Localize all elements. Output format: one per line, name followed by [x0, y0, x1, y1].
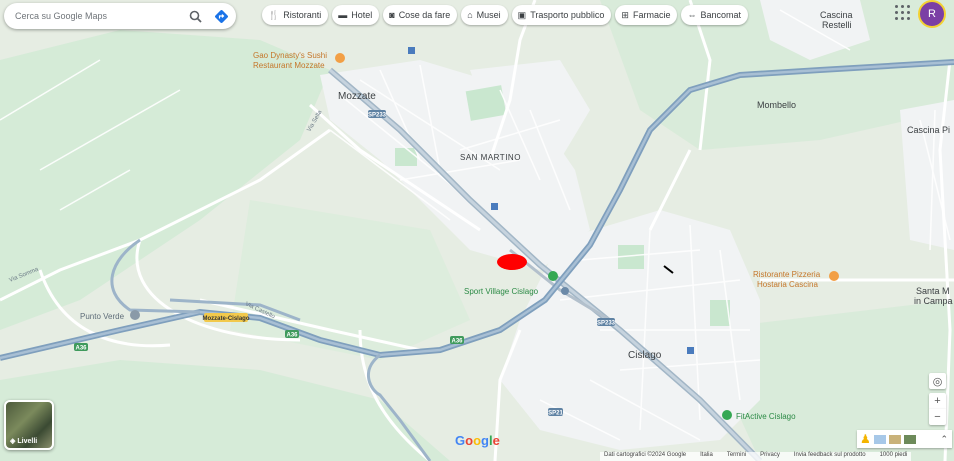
directions-icon[interactable]	[210, 5, 232, 27]
bed-icon: ▬	[338, 10, 348, 20]
imagery-thumb-icon[interactable]	[873, 434, 886, 444]
footer-scale[interactable]: 1000 piedi	[880, 452, 908, 461]
chip-ristoranti[interactable]: 🍴 Ristoranti	[262, 5, 329, 25]
place-cascina-pi: Cascina Pi	[907, 125, 950, 135]
map-canvas[interactable]: SP233 SP233 SP21 A36 A36 A36 Mozzate-Cis…	[0, 0, 954, 461]
pharmacy-icon: ⊞	[621, 9, 629, 20]
search-icon[interactable]	[184, 5, 206, 27]
place-punto-verde: Punto Verde	[80, 312, 125, 321]
imagery-thumb-icon[interactable]	[903, 434, 916, 444]
map-footer: Dati cartografici ©2024 Google Italia Te…	[600, 452, 912, 461]
poi-sushi-name-2: Restaurant Mozzate	[253, 61, 325, 70]
road-shield-sp233b: SP233	[597, 321, 616, 327]
footer-country[interactable]: Italia	[700, 452, 713, 461]
category-chips: 🍴 Ristoranti ▬ Hotel ◙ Cose da fare ⌂ Musei …	[262, 5, 748, 25]
layers-icon: ◈	[10, 438, 16, 445]
road-shield-sp233: SP233	[368, 113, 387, 119]
place-santa-maria: Santa M	[916, 286, 950, 296]
chip-cose-da-fare[interactable]: ◙ Cose da fare	[383, 5, 458, 25]
camera-icon: ◙	[389, 10, 395, 20]
place-in-campa: in Campa	[914, 296, 953, 306]
place-mozzate: Mozzate	[338, 91, 376, 102]
train-icon: ▣	[517, 9, 527, 20]
place-san-martino: SAN MARTINO	[460, 153, 521, 162]
road-shield-a36-2: A36	[286, 333, 298, 339]
place-mombello: Mombello	[757, 100, 796, 110]
poi-pizzeria-name-2: Hostaria Cascina	[757, 280, 818, 289]
chip-farmacie[interactable]: ⊞ Farmacie	[615, 5, 678, 25]
place-cascina-restelli-1: Cascina	[820, 10, 853, 20]
layers-button[interactable]: ◈ Livelli	[4, 400, 54, 450]
account-avatar[interactable]: R	[918, 0, 946, 28]
place-cislago: Cislago	[628, 350, 662, 361]
fork-knife-icon: 🍴	[268, 9, 280, 20]
poi-fitactive: FitActive Cislago	[736, 412, 796, 421]
imagery-thumb-icon[interactable]	[888, 434, 901, 444]
chip-bancomat[interactable]: ⇔ Bancomat	[681, 5, 748, 25]
chip-hotel[interactable]: ▬ Hotel	[332, 5, 380, 25]
red-marker	[497, 254, 527, 270]
map-toolbar: ♟ ⌃	[857, 430, 952, 448]
footer-feedback-link[interactable]: Invia feedback sul prodotto	[794, 452, 866, 461]
exit-label: Mozzate-Cislago	[202, 316, 249, 322]
footer-terms-link[interactable]: Termini	[727, 452, 746, 461]
poi-sport-village: Sport Village Cislago	[464, 287, 539, 296]
google-logo: Google	[455, 433, 500, 448]
search-box[interactable]: Cerca su Google Maps	[4, 3, 236, 29]
footer-privacy-link[interactable]: Privacy	[760, 452, 780, 461]
museum-icon: ⌂	[467, 10, 473, 20]
crosshair-icon: ◎	[932, 375, 943, 388]
atm-icon: ⇔	[687, 10, 697, 20]
zoom-out-button[interactable]: −	[929, 409, 946, 425]
road-shield-a36-1: A36	[75, 346, 87, 352]
place-cascina-restelli-2: Restelli	[822, 20, 852, 30]
search-input[interactable]: Cerca su Google Maps	[4, 11, 184, 21]
poi-pizzeria-name-1: Ristorante Pizzeria	[753, 270, 821, 279]
my-location-button[interactable]: ◎	[929, 373, 946, 389]
poi-sushi-name-1: Gao Dynasty's Sushi	[253, 51, 327, 60]
pegman-icon[interactable]: ♟	[860, 432, 871, 446]
zoom-in-button[interactable]: +	[929, 393, 946, 409]
footer-map-data: Dati cartografici ©2024 Google	[604, 452, 687, 458]
road-shield-sp21: SP21	[548, 411, 563, 417]
chip-musei[interactable]: ⌂ Musei	[461, 5, 508, 25]
road-shield-a36-3: A36	[451, 339, 463, 345]
chip-trasporto-pubblico[interactable]: ▣ Trasporto pubblico	[511, 5, 612, 25]
google-apps-icon[interactable]	[894, 4, 912, 22]
expand-icon[interactable]: ⌃	[940, 434, 948, 445]
